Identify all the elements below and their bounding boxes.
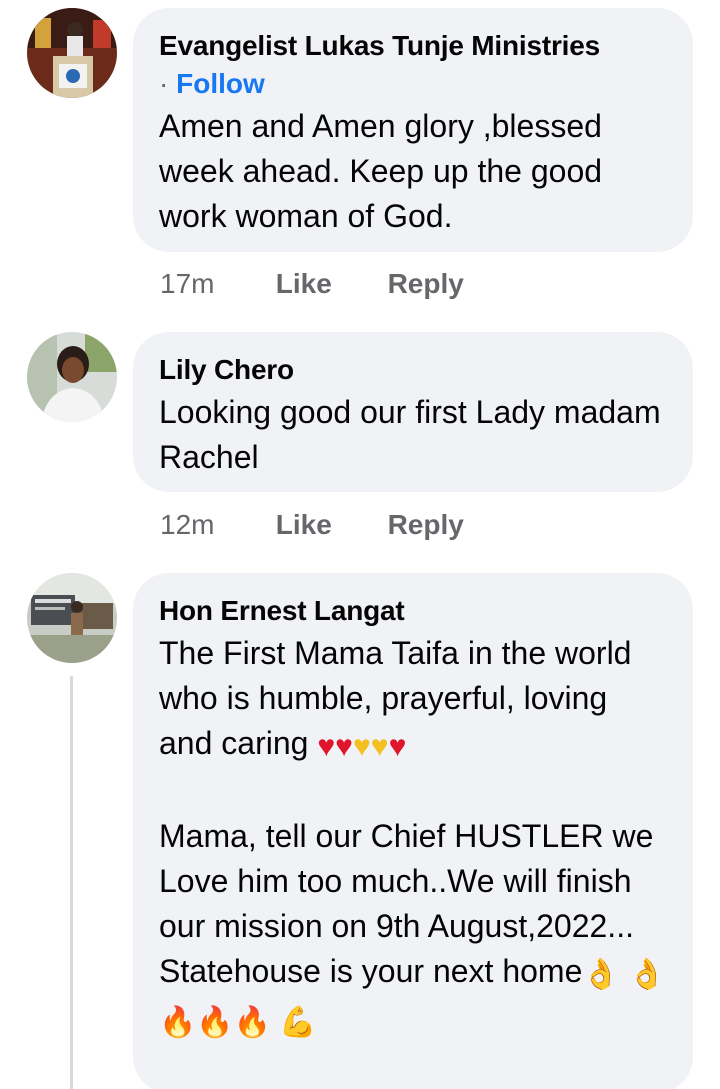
flexed-biceps-icon: 💪 [279,1006,317,1039]
comment-text: The First Mama Taifa in the world who is… [159,631,667,1045]
comment-timestamp[interactable]: 17m [160,268,268,300]
comment-bubble: Hon Ernest Langat The First Mama Taifa i… [133,573,693,1089]
like-button[interactable]: Like [276,268,380,300]
yellow-heart-icon: ♥ [370,730,389,763]
comment-timestamp[interactable]: 12m [160,509,268,541]
comment-author[interactable]: Lily Chero [159,352,667,388]
comment-text: Amen and Amen glory ,blessed week ahead.… [159,108,603,234]
heart-emojis: ♥♥♥♥♥ [317,730,406,763]
ok-hand-icon: 👌 [582,958,620,991]
fire-icon: 🔥 [196,1006,234,1039]
reply-button[interactable]: Reply [388,509,464,541]
avatar-evangelist[interactable] [27,8,117,98]
comment-bubble: Lily Chero Looking good our first Lady m… [133,332,693,492]
comment-text-paragraph-2: Mama, tell our Chief HUSTLER we Love him… [159,814,667,1045]
reply-button[interactable]: Reply [388,268,464,300]
like-button[interactable]: Like [276,509,380,541]
comment-author[interactable]: Evangelist Lukas Tunje Ministries [159,28,667,64]
reply-thread-line [70,676,73,1089]
avatar-ernest[interactable] [27,573,117,663]
follow-row: · Follow [159,64,667,104]
avatar-lily[interactable] [27,332,117,422]
comment-actions: 17m Like Reply [160,268,464,300]
red-heart-icon: ♥ [388,730,407,763]
comment-bubble: Evangelist Lukas Tunje Ministries · Foll… [133,8,693,252]
ok-hand-icon: 👌 [628,958,666,991]
comment-text-line: Mama, tell our Chief HUSTLER we Love him… [159,818,654,989]
comment-text-paragraph-1: The First Mama Taifa in the world who is… [159,631,667,769]
comment-text: Looking good our first Lady madam Rachel [159,394,661,475]
red-heart-icon: ♥ [335,730,353,763]
comment-actions: 12m Like Reply [160,509,464,541]
yellow-heart-icon: ♥ [352,730,371,763]
fire-icon: 🔥 [159,1006,197,1039]
fire-icon: 🔥 [233,1006,272,1039]
comment-author[interactable]: Hon Ernest Langat [159,593,667,629]
red-heart-icon: ♥ [317,730,336,763]
follow-separator: · [159,68,169,99]
follow-button[interactable]: Follow [176,68,265,99]
